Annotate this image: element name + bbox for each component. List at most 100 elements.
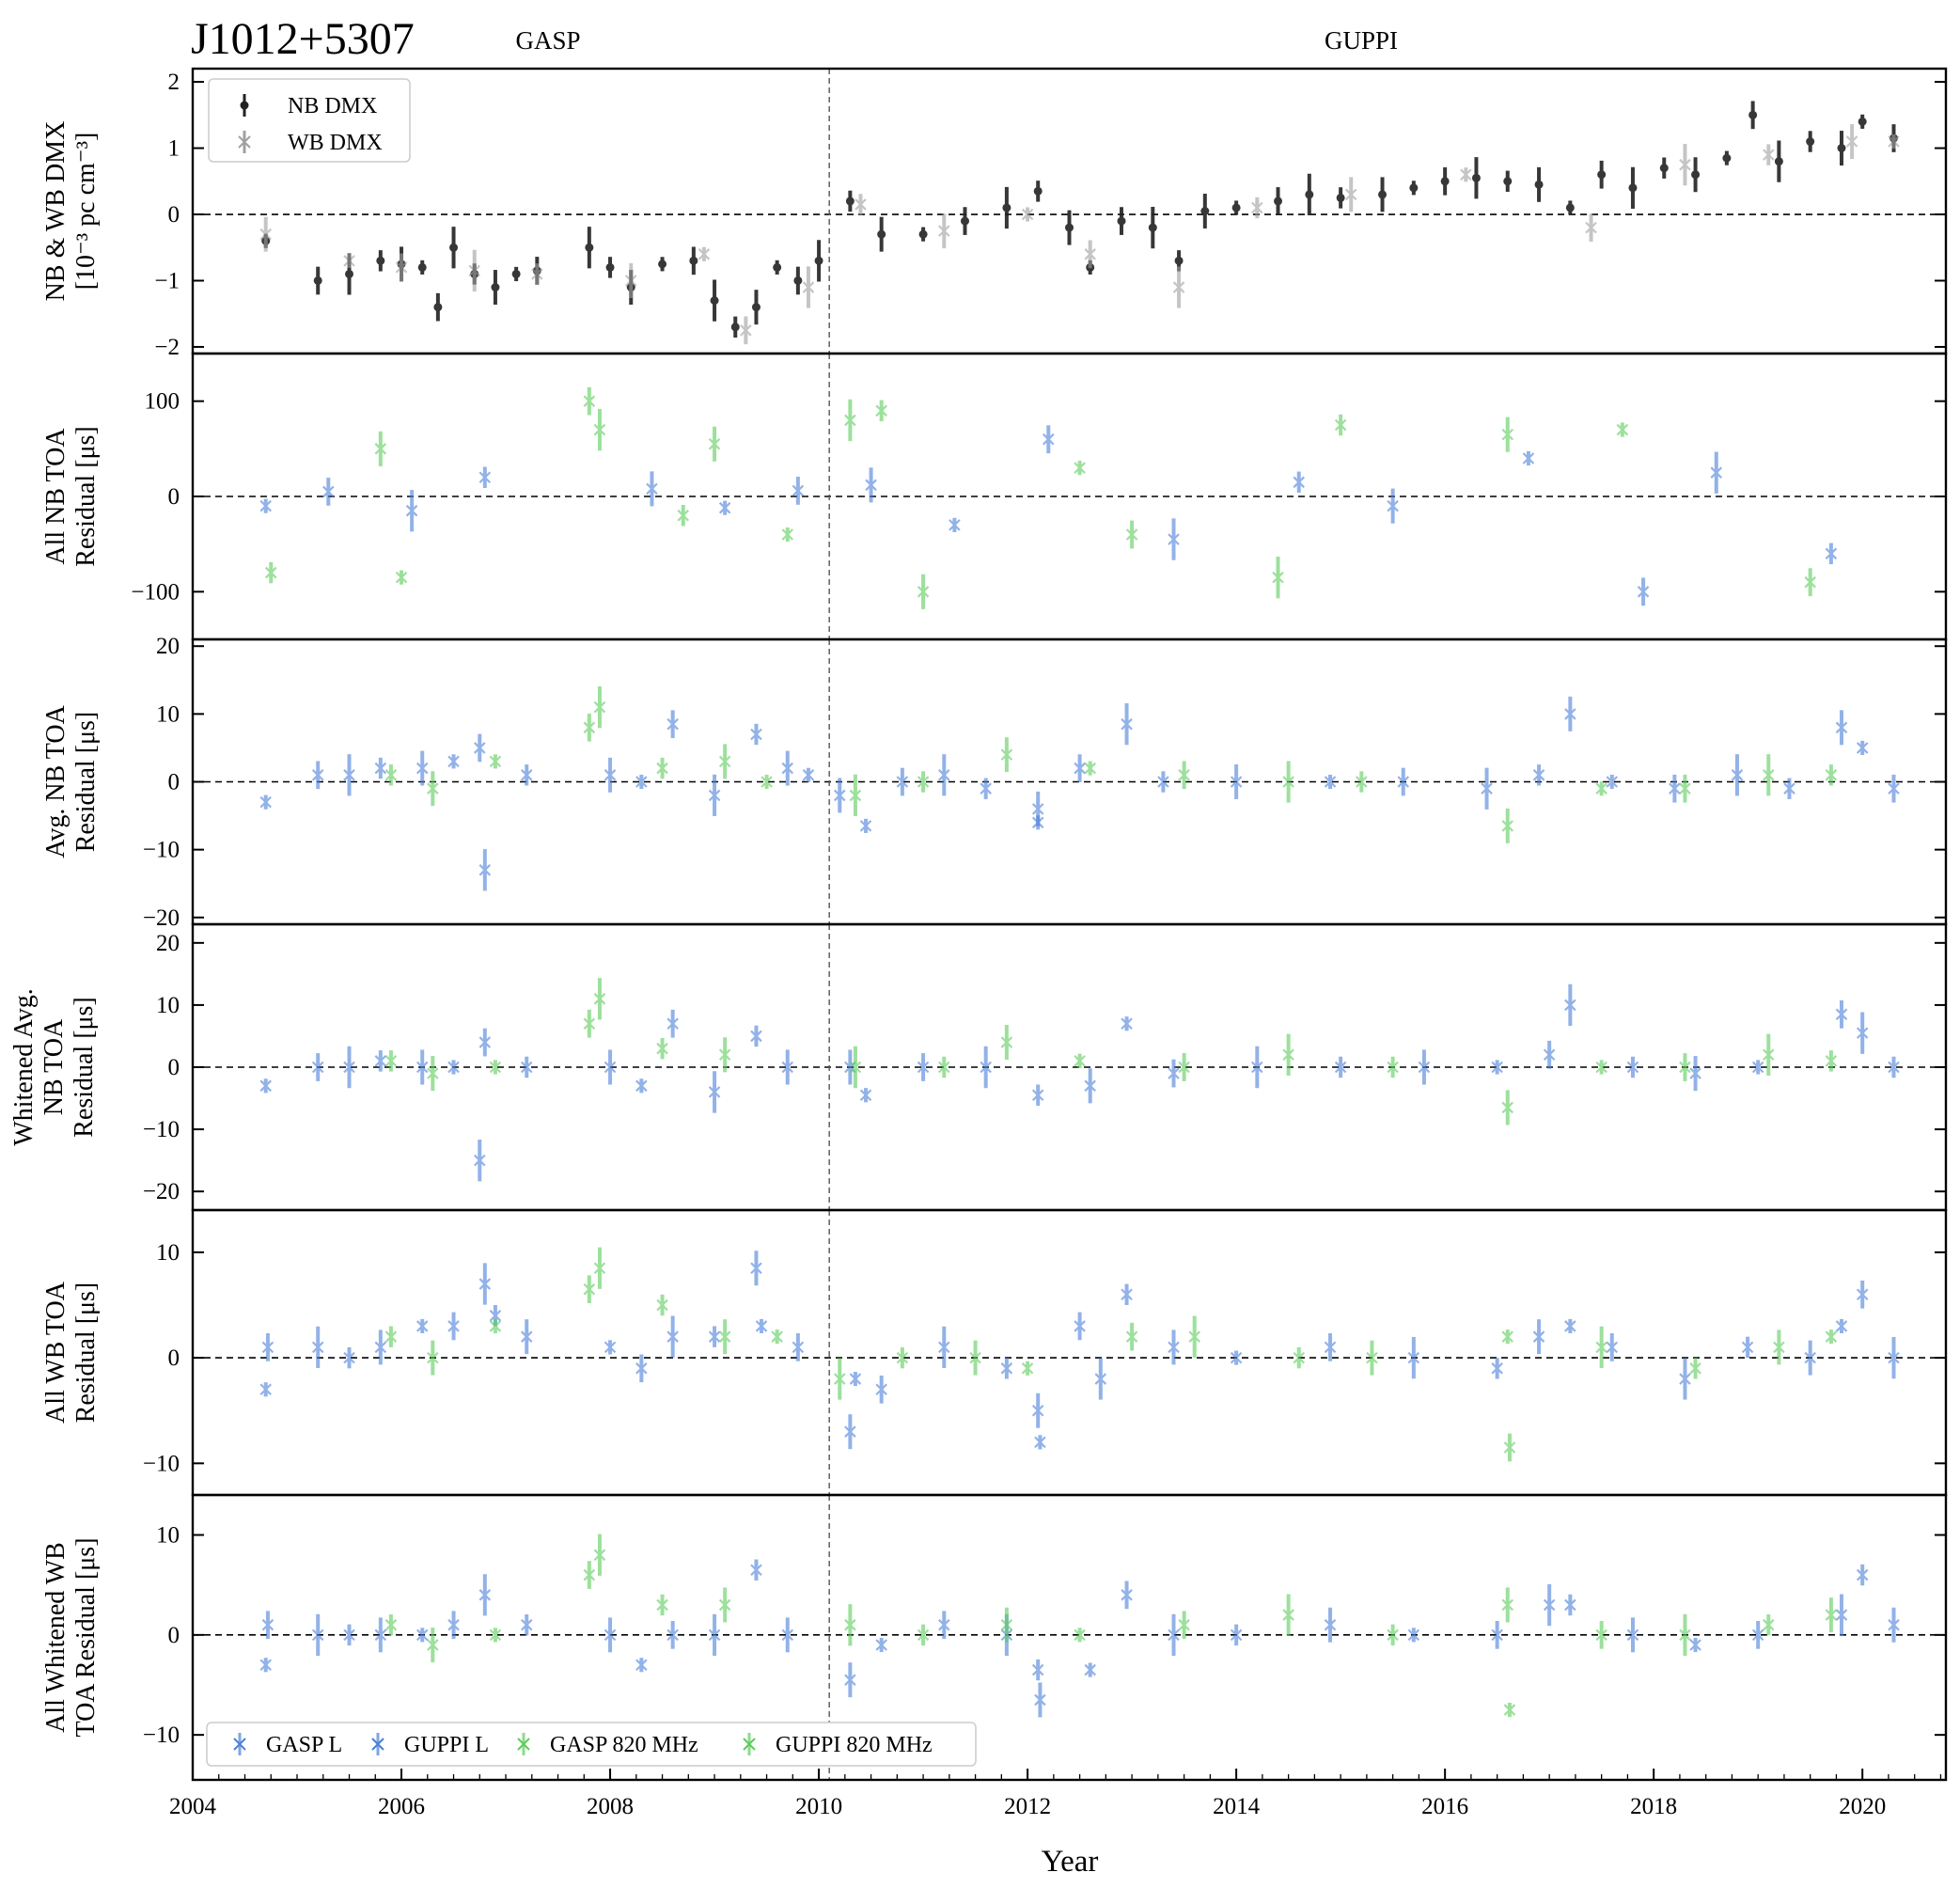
data-point [855, 194, 867, 215]
marker [585, 243, 594, 252]
data-point [844, 1414, 856, 1450]
y-tick-label: −10 [143, 1723, 180, 1748]
marker [793, 275, 803, 285]
marker [814, 256, 823, 265]
data-point [859, 818, 872, 833]
data-point [583, 1561, 596, 1589]
y-axis-label: All Whitened WB [41, 1542, 71, 1733]
data-point [259, 795, 272, 810]
data-point [593, 1534, 606, 1576]
data-point [384, 1050, 398, 1072]
marker [730, 323, 740, 332]
data-point [384, 1326, 398, 1347]
data-point [1628, 166, 1638, 209]
data-point [1534, 166, 1544, 202]
data-point [1172, 266, 1185, 308]
y-tick-label: 0 [168, 1055, 180, 1080]
data-point [750, 1251, 762, 1286]
panel-all-wb-toa: −10 0 10 All WB TOA Residual [μs] [41, 1208, 1948, 1497]
data-point [750, 723, 762, 746]
marker [1033, 186, 1043, 196]
data-point [938, 1326, 950, 1369]
marker [658, 260, 667, 269]
marker [1336, 193, 1345, 202]
marker [491, 283, 500, 292]
data-point [478, 1574, 492, 1616]
x-tick-label: 2006 [378, 1794, 425, 1819]
data-point [478, 1028, 492, 1057]
data-point [1689, 1637, 1701, 1653]
legend-label: NB DMX [288, 94, 377, 118]
data-point [781, 527, 794, 543]
y-axis-label: All WB TOA [41, 1281, 71, 1424]
data-point [635, 1078, 648, 1093]
data-point [1825, 1050, 1838, 1072]
data-point [792, 477, 805, 505]
marker [1691, 170, 1701, 180]
marker [751, 303, 760, 312]
data-point [311, 761, 324, 790]
marker [1628, 183, 1638, 193]
data-point [374, 1329, 387, 1365]
data-point [416, 1318, 429, 1334]
data-point [468, 249, 481, 292]
data-point [845, 190, 855, 212]
data-point [1084, 240, 1096, 269]
data-point [1564, 1318, 1576, 1334]
data-point [1117, 207, 1126, 235]
data-point [1282, 1594, 1294, 1636]
data-point [666, 710, 679, 739]
y-tick-label: 20 [156, 634, 180, 659]
data-point [1409, 181, 1419, 196]
data-point [1084, 1662, 1096, 1677]
data-point [511, 266, 521, 282]
data-point [1324, 1607, 1337, 1643]
data-point [583, 1009, 596, 1038]
data-point [1094, 1358, 1107, 1400]
y-tick-label: 0 [168, 1345, 180, 1371]
y-tick-label: −2 [154, 335, 180, 360]
data-point [849, 1371, 862, 1387]
data-point [708, 1071, 721, 1113]
data-point [427, 771, 439, 807]
marker [710, 296, 719, 306]
y-axis-label: TOA Residual [μs] [71, 1537, 101, 1737]
x-tick-label: 2014 [1213, 1794, 1261, 1819]
data-point [1000, 737, 1013, 773]
data-point [261, 1333, 274, 1361]
data-point [1856, 740, 1869, 756]
data-point [489, 1318, 502, 1334]
data-point [593, 686, 606, 729]
data-point [1501, 1090, 1514, 1125]
y-axis-label: All NB TOA [41, 428, 71, 565]
data-point [593, 978, 606, 1020]
data-point [1741, 1336, 1754, 1359]
data-point [1503, 1433, 1516, 1462]
data-point [1282, 1033, 1294, 1076]
data-point [1084, 761, 1096, 776]
data-point [666, 1315, 679, 1358]
y-tick-label: −1 [154, 268, 180, 293]
data-point [313, 266, 322, 295]
data-point [1033, 181, 1043, 202]
data-point [1231, 200, 1241, 215]
data-point [1002, 186, 1011, 229]
y-tick-label: 20 [156, 931, 180, 956]
y-axis-label: [10⁻³ pc cm⁻³] [71, 133, 101, 291]
data-point [1125, 1322, 1138, 1351]
data-point [698, 246, 711, 261]
data-point [395, 570, 408, 585]
y-tick-label: 1 [168, 136, 180, 162]
data-point [343, 253, 355, 268]
marker [1748, 110, 1758, 119]
data-point [478, 849, 492, 891]
data-point [710, 279, 719, 322]
data-point [1043, 425, 1055, 454]
data-point [1336, 187, 1345, 209]
data-point [1835, 710, 1848, 746]
data-point [859, 1088, 872, 1103]
data-point [1305, 173, 1314, 216]
data-point [1387, 488, 1399, 524]
y-tick-label: −10 [143, 1451, 180, 1476]
y-tick-label: 0 [168, 202, 180, 228]
